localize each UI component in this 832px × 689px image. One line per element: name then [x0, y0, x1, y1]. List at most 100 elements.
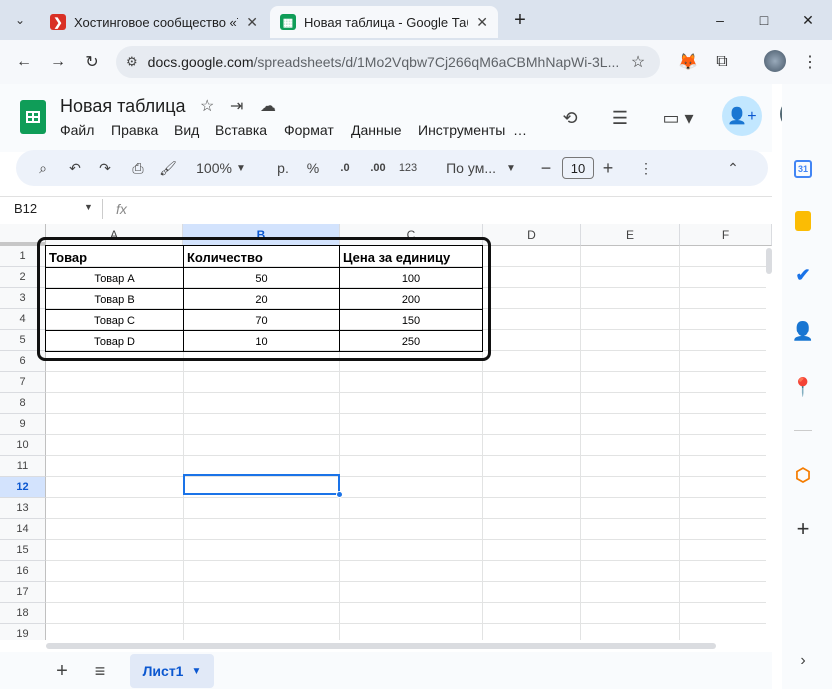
menu-more[interactable]: … [513, 122, 527, 138]
browser-tab-sheets[interactable]: ▦ Новая таблица - Google Табли ✕ [270, 6, 498, 38]
column-header-f[interactable]: F [680, 224, 772, 246]
row-header[interactable]: 14 [0, 519, 46, 540]
tasks-icon[interactable]: ✔ [790, 262, 816, 288]
row-header[interactable]: 19 [0, 624, 46, 640]
keep-icon[interactable] [790, 208, 816, 234]
star-icon[interactable]: ☆ [200, 96, 214, 116]
site-info-icon[interactable]: ⚙ [126, 54, 138, 70]
currency-format-button[interactable]: р. [274, 158, 292, 178]
comments-icon[interactable]: ☰ [606, 104, 634, 132]
font-select[interactable]: По ум... ▼ [442, 158, 520, 178]
print-icon[interactable]: ⎙ [128, 158, 148, 178]
decrease-font-size-button[interactable]: − [538, 158, 554, 178]
menu-view[interactable]: Вид [174, 122, 199, 138]
new-tab-button[interactable]: + [508, 8, 532, 32]
menu-data[interactable]: Данные [351, 122, 402, 138]
column-header-e[interactable]: E [581, 224, 680, 246]
column-header-d[interactable]: D [483, 224, 581, 246]
browser-tab-timeweb[interactable]: ❯ Хостинговое сообщество «Tim ✕ [40, 6, 268, 38]
sheet-tab-active[interactable]: Лист1 ▼ [130, 654, 214, 688]
zoom-select[interactable]: 100% ▼ [190, 158, 252, 178]
scrollbar-thumb[interactable] [46, 643, 716, 649]
close-tab-icon[interactable]: ✕ [246, 14, 258, 31]
grid-line [46, 602, 772, 603]
increase-font-size-button[interactable]: + [600, 158, 616, 178]
expand-panel-icon[interactable]: › [790, 648, 816, 674]
increase-decimal-button[interactable]: .00 [366, 158, 390, 178]
sheets-favicon-icon: ▦ [280, 14, 296, 30]
reload-icon[interactable]: ↻ [80, 50, 104, 74]
horizontal-scrollbar[interactable] [46, 640, 772, 652]
search-menus-icon[interactable]: ⌕ [34, 158, 52, 178]
maps-icon[interactable]: 📍 [790, 374, 816, 400]
row-header[interactable]: 18 [0, 603, 46, 624]
sheet-tab-label: Лист1 [142, 663, 184, 679]
menu-tools[interactable]: Инструменты [418, 122, 505, 138]
menu-file[interactable]: Файл [60, 122, 94, 138]
selected-cell[interactable] [183, 474, 340, 495]
grid-line [46, 413, 772, 414]
sheet-tabs-bar [0, 652, 772, 689]
meet-camera-icon[interactable]: ▭ ▾ [656, 104, 700, 132]
version-history-icon[interactable]: ⟲ [556, 104, 584, 132]
spreadsheet-grid[interactable]: A B C D E F 1 2 3 4 5 6 7 8 9 10 11 12 13 14 15 16 17 18 1… [0, 224, 772, 640]
document-title[interactable]: Новая таблица [60, 96, 186, 117]
fill-handle[interactable] [336, 491, 343, 498]
paint-format-icon[interactable]: 🖌 [158, 158, 178, 178]
menu-insert[interactable]: Вставка [215, 122, 267, 138]
share-add-person-icon[interactable]: 👤+ [722, 96, 762, 136]
maximize-button[interactable]: □ [752, 8, 776, 32]
browser-profile-avatar[interactable] [764, 50, 786, 72]
undo-icon[interactable]: ↶ [66, 158, 84, 178]
add-sheet-button[interactable]: + [52, 660, 72, 682]
sheets-logo-icon[interactable] [20, 100, 46, 134]
row-header[interactable]: 12 [0, 477, 46, 498]
row-header[interactable]: 11 [0, 456, 46, 477]
font-size-input[interactable]: 10 [562, 157, 594, 179]
fx-icon: fx [116, 201, 127, 217]
row-header[interactable]: 13 [0, 498, 46, 519]
redo-icon[interactable]: ↷ [96, 158, 114, 178]
close-window-button[interactable]: ✕ [796, 8, 820, 32]
row-header[interactable]: 16 [0, 561, 46, 582]
collapse-toolbar-icon[interactable]: ⌃ [724, 158, 742, 178]
more-formats-button[interactable]: 123 [396, 158, 420, 178]
chevron-down-icon: ▼ [505, 162, 516, 174]
minimize-button[interactable]: – [708, 8, 732, 32]
row-header[interactable]: 17 [0, 582, 46, 603]
cloud-saved-icon: ☁ [260, 98, 276, 115]
forward-arrow-icon[interactable]: → [46, 50, 70, 74]
tab-search-button[interactable]: ⌄ [10, 10, 30, 30]
formula-input[interactable] [140, 198, 760, 220]
name-box[interactable]: B12 [14, 201, 37, 216]
calendar-icon[interactable]: 31 [790, 156, 816, 182]
back-arrow-icon[interactable]: ← [12, 50, 36, 74]
vertical-scrollbar[interactable] [766, 246, 772, 640]
row-header[interactable]: 15 [0, 540, 46, 561]
row-header[interactable]: 8 [0, 393, 46, 414]
chevron-down-icon: ▼ [191, 665, 202, 677]
address-bar[interactable]: ⚙ docs.google.com/spreadsheets/d/1Mo2Vqb… [116, 46, 660, 78]
row-header[interactable]: 7 [0, 372, 46, 393]
add-addon-icon[interactable]: + [790, 516, 816, 542]
row-header[interactable]: 9 [0, 414, 46, 435]
contacts-icon[interactable]: 👤 [790, 318, 816, 344]
chevron-down-icon[interactable]: ▼ [84, 202, 93, 212]
row-header[interactable]: 10 [0, 435, 46, 456]
all-sheets-button[interactable]: ≡ [90, 660, 110, 682]
browser-menu-icon[interactable]: ⋮ [798, 50, 822, 74]
decrease-decimal-button[interactable]: .0 [334, 158, 356, 178]
addon-icon[interactable]: ⬡ [790, 462, 816, 488]
menu-edit[interactable]: Правка [111, 122, 158, 138]
url-host: docs.google.com [147, 54, 254, 70]
menu-format[interactable]: Формат [284, 122, 334, 138]
percent-format-button[interactable]: % [304, 158, 322, 178]
more-options-icon[interactable]: ⋮ [638, 158, 654, 178]
close-tab-icon[interactable]: ✕ [476, 14, 488, 31]
grid-line [46, 371, 772, 372]
bookmark-star-icon[interactable]: ☆ [626, 50, 650, 74]
extensions-puzzle-icon[interactable]: ⧉ [710, 50, 734, 74]
metamask-extension-icon[interactable]: 🦊 [676, 50, 700, 74]
move-folder-icon[interactable]: ⇥ [230, 96, 243, 116]
scrollbar-thumb[interactable] [766, 248, 772, 274]
